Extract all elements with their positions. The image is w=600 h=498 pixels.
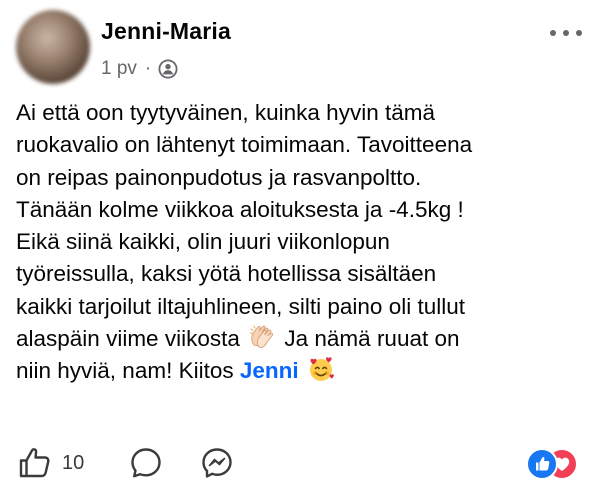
post-body-text: alaspäin viime viikosta — [16, 326, 240, 352]
more-options-icon — [550, 30, 556, 36]
post-body-line: alaspäin viime viikosta Ja nämä ruuat on — [16, 323, 588, 355]
messenger-share-icon — [202, 448, 232, 478]
post-timestamp[interactable]: 1 pv — [101, 56, 137, 82]
comment-button[interactable] — [129, 446, 163, 480]
post-body-line: Tänään kolme viikkoa aloituksesta ja -4.… — [16, 196, 464, 222]
facebook-post: Jenni-Maria 1 pv · Ai että oon tyytyväin… — [0, 0, 600, 498]
like-reaction-icon — [526, 448, 558, 480]
post-body-line: työreissulla, kaksi yötä hotellissa sisä… — [16, 261, 437, 287]
post-body-text: Ja nämä ruuat on — [284, 326, 460, 352]
post-body-line: ruokavalio on lähtenyt toimimaan. Tavoit… — [16, 132, 473, 158]
more-options-button[interactable] — [550, 26, 582, 40]
clapping-hands-emoji — [248, 323, 276, 351]
reactions-summary[interactable] — [526, 448, 586, 480]
post-body-text: niin hyviä, nam! Kiitos — [16, 358, 234, 384]
like-button[interactable] — [18, 446, 52, 480]
post-body: Ai että oon tyytyväinen, kuinka hyvin tä… — [16, 97, 588, 388]
post-meta: 1 pv · — [101, 56, 178, 82]
post-body-line: niin hyviä, nam! Kiitos Jenni — [16, 355, 588, 387]
post-body-line: kaikki tarjoilut iltajuhlineen, silti pa… — [16, 293, 465, 319]
post-actions: 10 — [0, 440, 600, 486]
post-body-line: Ai että oon tyytyväinen, kuinka hyvin tä… — [16, 100, 435, 125]
mention-link[interactable]: Jenni — [240, 358, 299, 383]
like-count[interactable]: 10 — [62, 450, 84, 476]
friends-icon[interactable] — [158, 59, 178, 79]
comment-icon — [131, 448, 161, 478]
post-body-line: on reipas painonpudotus ja rasvanpoltto. — [16, 164, 422, 190]
author-name[interactable]: Jenni-Maria — [101, 16, 231, 46]
meta-separator: · — [144, 58, 152, 79]
post-body-line: Eikä siinä kaikki, olin juuri viikonlopu… — [16, 229, 390, 255]
smiling-face-with-hearts-emoji — [307, 355, 335, 383]
avatar[interactable] — [16, 10, 90, 84]
messenger-share-button[interactable] — [200, 446, 234, 480]
like-icon — [19, 448, 50, 478]
